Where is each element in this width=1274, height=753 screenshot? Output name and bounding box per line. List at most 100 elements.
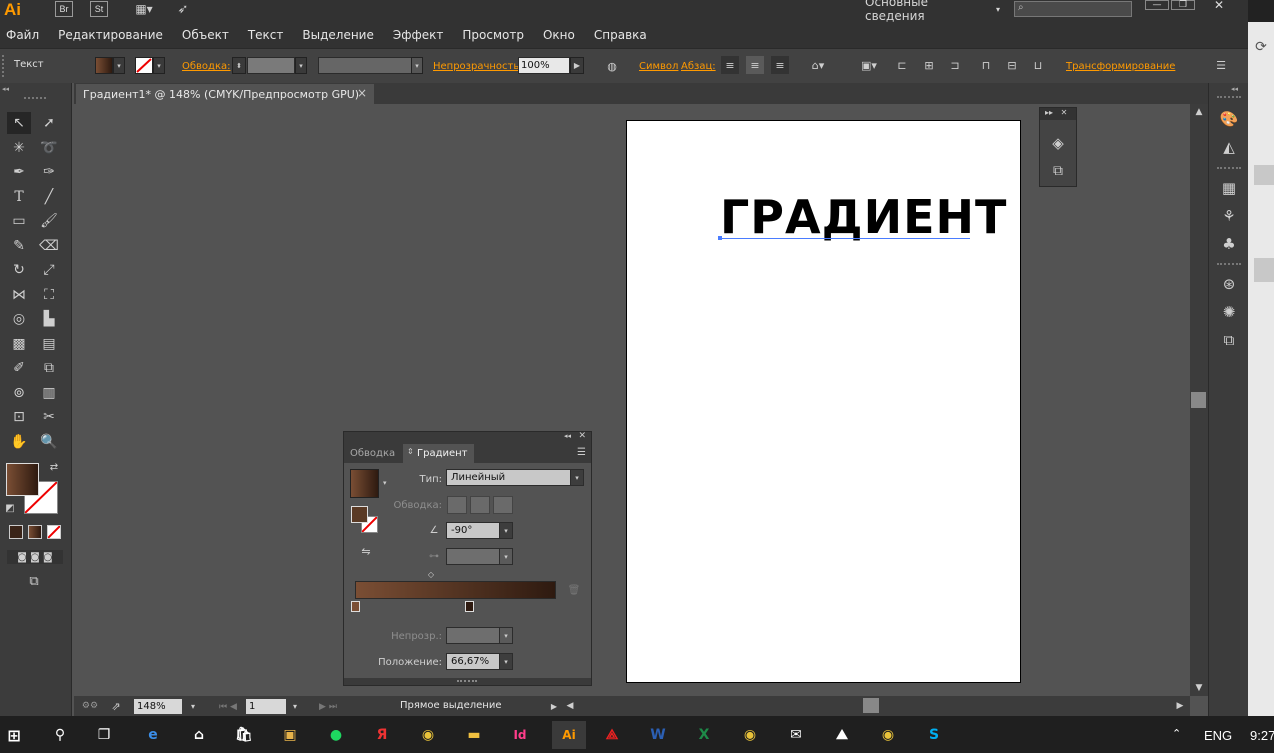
horizontal-scrollbar[interactable]: ◀ ▶ (562, 696, 1190, 716)
floating-panel-header[interactable]: ▸▸ ✕ (1040, 108, 1076, 120)
chrome-icon[interactable]: ◉ (414, 721, 442, 749)
gradient-tool-icon[interactable]: ▤ (37, 333, 61, 355)
acrobat-icon[interactable]: ⟁ (598, 721, 626, 749)
menu-edit[interactable]: Редактирование (58, 28, 163, 42)
image-icon[interactable]: ⛰ (828, 721, 856, 749)
collapse-tools-icon[interactable]: ◂◂ (2, 85, 68, 95)
stroke-dropdown[interactable]: ▾ (153, 57, 165, 74)
pen-tool-icon[interactable]: ✒ (7, 161, 31, 183)
panel-menu-icon[interactable]: ☰ (1212, 56, 1230, 74)
select-similar-icon[interactable]: ▣▾ (856, 56, 882, 74)
menu-object[interactable]: Объект (182, 28, 229, 42)
menu-view[interactable]: Просмотр (462, 28, 524, 42)
layers-icon[interactable]: ◈ (1048, 133, 1068, 153)
vertical-scroll-thumb[interactable] (1191, 392, 1206, 408)
task-view-icon[interactable]: ❐ (90, 721, 118, 749)
windows-start-icon[interactable]: ⊞ (0, 721, 28, 749)
stroke-weight-dropdown[interactable]: ▾ (295, 57, 307, 74)
search-icon[interactable]: ⚲ (46, 721, 74, 749)
tray-chevron-icon[interactable]: ⌃ (1172, 727, 1181, 740)
menu-effect[interactable]: Эффект (393, 28, 444, 42)
color-guide-icon[interactable]: ◭ (1209, 133, 1249, 161)
menu-window[interactable]: Окно (543, 28, 575, 42)
align-center-icon[interactable]: ≡ (746, 56, 764, 74)
zoom-dropdown-icon[interactable]: ▾ (186, 699, 200, 714)
none-mode-icon[interactable] (47, 525, 61, 539)
artboard-text[interactable]: ГРАДИЕНТ (720, 190, 1007, 244)
hand-tool-icon[interactable]: ✋ (7, 431, 31, 453)
graphic-styles-icon[interactable]: ⧉ (1209, 326, 1249, 354)
align-left-edges-icon[interactable]: ⊏ (893, 56, 911, 74)
next-last-artboard-icon[interactable]: ▶ ⏭ (310, 699, 346, 714)
align-left-icon[interactable]: ≡ (721, 56, 739, 74)
gradient-preview-swatch[interactable] (350, 469, 379, 498)
opacity-field[interactable]: 100% (518, 57, 570, 74)
zoom-field[interactable]: 148% (134, 699, 182, 714)
text-anchor-point[interactable] (718, 236, 722, 240)
swap-colors-icon[interactable]: ⇄ (47, 461, 61, 473)
refresh-icon[interactable]: ⟳ (1250, 37, 1272, 57)
appearance-icon[interactable]: ✺ (1209, 298, 1249, 326)
gradient-stop-1[interactable] (351, 601, 360, 612)
gradient-type-dropdown-icon[interactable]: ▾ (570, 469, 584, 486)
yandex-icon[interactable]: Я (368, 721, 396, 749)
midpoint-diamond-icon[interactable]: ◇ (426, 569, 436, 579)
artboards-icon[interactable]: ⧉ (1048, 161, 1068, 181)
export-icon[interactable]: ⇗ (108, 699, 124, 713)
angle-dropdown-icon[interactable]: ▾ (499, 522, 513, 539)
gradient-panel-titlebar[interactable]: ◂◂ ✕ (344, 431, 591, 444)
character-link[interactable]: Символ (639, 61, 678, 72)
cloud-status-icon[interactable]: ⚙⚙ (80, 699, 100, 713)
color-mode-icon[interactable] (9, 525, 23, 539)
selection-tool-icon[interactable]: ↖ (7, 112, 31, 134)
scale-tool-icon[interactable]: ⤢ (37, 259, 61, 281)
dock-grip-3[interactable] (1217, 263, 1241, 266)
arrange-documents-icon[interactable]: ▦▾ (129, 0, 159, 18)
workspace-switcher[interactable]: Основные сведения ▾ (856, 0, 1000, 23)
align-top-icon[interactable]: ⊓ (977, 56, 995, 74)
gradient-type-select[interactable]: Линейный (446, 469, 572, 486)
rectangle-tool-icon[interactable]: ▭ (7, 210, 31, 232)
home-icon[interactable]: ⌂ (185, 721, 213, 749)
artboard-tool-icon[interactable]: ⊡ (7, 406, 31, 428)
close-panel-icon[interactable]: ✕ (578, 431, 586, 441)
bridge-button[interactable]: Br (55, 1, 73, 17)
chrome-icon-2[interactable]: ◉ (874, 721, 902, 749)
notes-icon[interactable]: ▣ (276, 721, 304, 749)
stroke-swatch[interactable] (135, 57, 153, 74)
magic-wand-tool-icon[interactable]: ✳ (7, 137, 31, 159)
excel-icon[interactable]: X (690, 721, 718, 749)
photo-icon[interactable]: ◉ (736, 721, 764, 749)
language-indicator[interactable]: ENG (1204, 728, 1232, 743)
screen-mode-icon[interactable]: ⧉ (22, 573, 46, 589)
gradient-slider[interactable] (355, 581, 556, 599)
slice-tool-icon[interactable]: ✂ (37, 406, 61, 428)
width-tool-icon[interactable]: ⋈ (7, 284, 31, 306)
clock[interactable]: 9:27 (1250, 728, 1274, 743)
vertical-scrollbar[interactable]: ▲ ▼ (1190, 104, 1208, 696)
align-bottom-icon[interactable]: ⊔ (1029, 56, 1047, 74)
expand-dock-icon[interactable]: ◂◂ (1231, 85, 1238, 93)
gpu-rocket-icon[interactable]: ➶ (172, 0, 194, 18)
eraser-tool-icon[interactable]: ⌫ (37, 235, 61, 257)
stroke-weight-field[interactable] (247, 57, 295, 74)
search-input[interactable]: ⌕ (1014, 1, 1132, 17)
word-icon[interactable]: W (644, 721, 672, 749)
menu-type[interactable]: Текст (248, 28, 284, 42)
mesh-tool-icon[interactable]: ▩ (7, 333, 31, 355)
edge-icon[interactable]: e (139, 721, 167, 749)
panel-options-icon[interactable]: ☰ (577, 447, 586, 458)
transform-link[interactable]: Трансформирование (1066, 61, 1175, 72)
rotate-tool-icon[interactable]: ↻ (7, 259, 31, 281)
drawing-modes-icon[interactable]: ◙ ◙ ◙ (7, 550, 63, 564)
eyedropper-tool-icon[interactable]: ✐ (7, 357, 31, 379)
tools-grip[interactable] (24, 97, 46, 101)
explorer-icon[interactable]: ▬ (460, 721, 488, 749)
status-menu-arrow-icon[interactable]: ▶ (548, 699, 560, 713)
reverse-gradient-icon[interactable]: ⇋ (357, 543, 375, 559)
horizontal-scroll-thumb[interactable] (863, 698, 879, 713)
pencil-tool-icon[interactable]: ✎ (7, 235, 31, 257)
cc-libraries-icon[interactable]: ⊛ (1209, 270, 1249, 298)
collapse-panel-icon[interactable]: ◂◂ (564, 432, 571, 440)
delete-stop-icon[interactable]: 🗑 (568, 584, 581, 596)
